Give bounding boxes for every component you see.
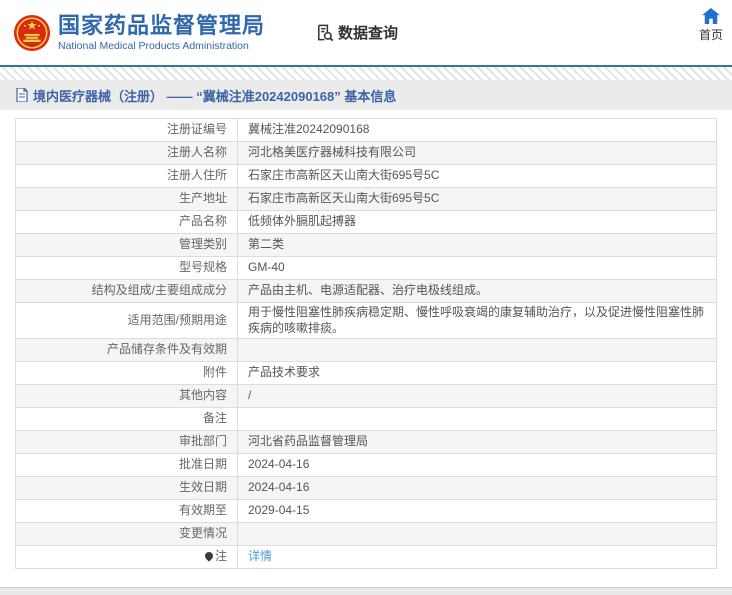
row-value: 冀械注准20242090168	[237, 118, 717, 142]
table-row: 有效期至 2029-04-15	[15, 499, 717, 524]
table-row: 生效日期 2024-04-16	[15, 476, 717, 501]
footer-strip	[0, 587, 732, 595]
row-value: 详情	[237, 545, 717, 570]
row-value: GM-40	[237, 256, 717, 280]
table-row: 注册人住所 石家庄市高新区天山南大街695号5C	[15, 164, 717, 188]
table-row: 注册证编号 冀械注准20242090168	[15, 118, 717, 142]
row-label: 注册人住所	[15, 164, 238, 188]
row-value: 产品技术要求	[237, 361, 717, 386]
national-emblem-logo	[13, 14, 51, 52]
pin-icon	[203, 550, 215, 562]
row-label: 注册人名称	[15, 141, 238, 165]
table-row: 批准日期 2024-04-16	[15, 453, 717, 478]
table-row: 结构及组成/主要组成成分 产品由主机、电源适配器、治疗电极线组成。	[15, 279, 717, 303]
table-row: 管理类别 第二类	[15, 233, 717, 257]
agency-title-en: National Medical Products Administration	[58, 39, 249, 52]
row-value: 石家庄市高新区天山南大街695号5C	[237, 187, 717, 211]
data-query-label: 数据查询	[338, 25, 399, 42]
table-row: 注详情	[15, 545, 717, 570]
home-icon	[702, 8, 720, 26]
row-label: 注	[15, 545, 238, 570]
row-value	[237, 407, 717, 432]
table-row: 型号规格 GM-40	[15, 256, 717, 280]
row-label: 生产地址	[15, 187, 238, 211]
table-row: 产品名称 低频体外膈肌起搏器	[15, 210, 717, 234]
row-label: 产品名称	[15, 210, 238, 234]
row-label: 其他内容	[15, 384, 238, 409]
agency-title-block: 国家药品监督管理局 National Medical Products Admi…	[58, 13, 265, 51]
table-row: 产品储存条件及有效期	[15, 338, 717, 363]
home-label: 首页	[698, 28, 723, 42]
table-row: 附件 产品技术要求	[15, 361, 717, 386]
row-label: 生效日期	[15, 476, 238, 501]
nav-data-query[interactable]: 数据查询	[315, 22, 398, 43]
row-value: 第二类	[237, 233, 717, 257]
table-row: 注册人名称 河北格美医疗器械科技有限公司	[15, 141, 717, 165]
row-label: 产品储存条件及有效期	[15, 338, 238, 363]
row-value: 河北格美医疗器械科技有限公司	[237, 141, 717, 165]
row-value: /	[237, 384, 717, 409]
row-value: 低频体外膈肌起搏器	[237, 210, 717, 234]
row-value	[237, 338, 717, 363]
table-row: 审批部门 河北省药品监督管理局	[15, 430, 717, 455]
row-value	[237, 522, 717, 547]
row-label: 变更情况	[15, 522, 238, 547]
row-label: 批准日期	[15, 453, 238, 478]
table-row: 变更情况	[15, 522, 717, 547]
row-value: 产品由主机、电源适配器、治疗电极线组成。	[237, 279, 717, 303]
row-label: 审批部门	[15, 430, 238, 455]
row-label: 适用范围/预期用途	[15, 301, 238, 340]
data-query-icon	[315, 23, 334, 42]
row-value: 用于慢性阻塞性肺疾病稳定期、慢性呼吸衰竭的康复辅助治疗，以及促进慢性阻塞性肺疾病…	[237, 301, 717, 340]
row-label: 注册证编号	[15, 118, 238, 142]
detail-link[interactable]: 详情	[248, 549, 272, 563]
nav-home[interactable]: 首页	[699, 8, 723, 43]
table-row: 生产地址 石家庄市高新区天山南大街695号5C	[15, 187, 717, 211]
row-value: 2024-04-16	[237, 453, 717, 478]
info-table: 注册证编号 冀械注准20242090168 注册人名称 河北格美医疗器械科技有限公司注…	[15, 118, 717, 570]
row-value: 石家庄市高新区天山南大街695号5C	[237, 164, 717, 188]
row-label: 备注	[15, 407, 238, 432]
document-icon	[16, 88, 28, 102]
page-title-bar: 境内医疗器械（注册） —— “冀械注准20242090168” 基本信息	[0, 80, 732, 110]
site-header: 国家药品监督管理局 National Medical Products Admi…	[0, 0, 732, 67]
table-row: 备注	[15, 407, 717, 432]
row-label: 结构及组成/主要组成成分	[15, 279, 238, 303]
row-label: 型号规格	[15, 256, 238, 280]
row-value: 2029-04-15	[237, 499, 717, 524]
row-value: 2024-04-16	[237, 476, 717, 501]
row-label: 管理类别	[15, 233, 238, 257]
info-table-wrap: 注册证编号 冀械注准20242090168 注册人名称 河北格美医疗器械科技有限公司注…	[15, 118, 717, 570]
row-label: 有效期至	[15, 499, 238, 524]
row-label: 附件	[15, 361, 238, 386]
stripe-divider	[0, 67, 732, 80]
table-row: 其他内容 /	[15, 384, 717, 409]
table-row: 适用范围/预期用途 用于慢性阻塞性肺疾病稳定期、慢性呼吸衰竭的康复辅助治疗，以及促…	[15, 301, 717, 340]
row-value: 河北省药品监督管理局	[237, 430, 717, 455]
agency-title-cn: 国家药品监督管理局	[58, 13, 266, 39]
page-title: 境内医疗器械（注册） —— “冀械注准20242090168” 基本信息	[33, 88, 397, 104]
